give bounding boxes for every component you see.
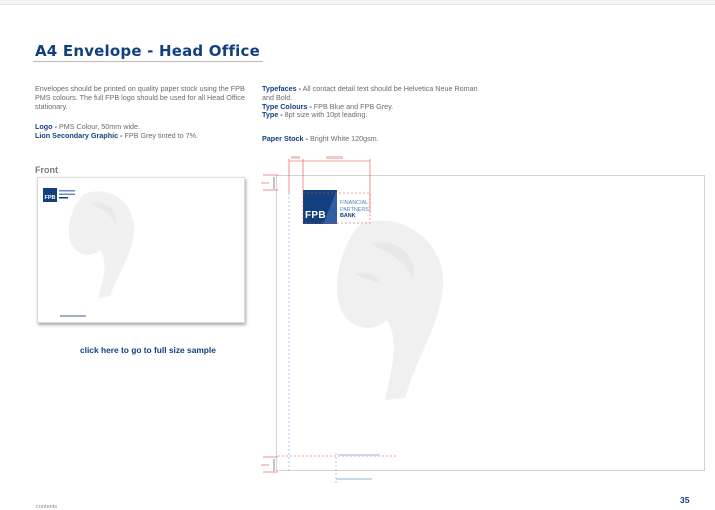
svg-text:FPB: FPB	[45, 195, 56, 201]
logo-specs: Logo - PMS Colour, 50mm wide. Lion Secon…	[35, 122, 257, 141]
contents-link[interactable]: contents	[36, 504, 57, 510]
page-title: A4 Envelope - Head Office	[35, 42, 260, 60]
brand-guidelines-page: A4 Envelope - Head Office Envelopes shou…	[0, 4, 715, 510]
front-label: Front	[35, 165, 58, 175]
intro-paragraph: Envelopes should be printed on quality p…	[35, 84, 245, 111]
measurement-guides	[261, 156, 398, 483]
lion-watermark-icon	[68, 191, 135, 298]
spec-paper-stock: Paper Stock - Bright White 120gsm.	[262, 134, 379, 143]
spec-type-size: Type - 8pt size with 10pt leading.	[262, 110, 368, 120]
envelope-front-thumbnail[interactable]: FPB	[37, 177, 245, 323]
type-specs: Typefaces - All contact detail text shou…	[262, 84, 488, 120]
envelope-footer-text	[60, 315, 86, 317]
title-divider	[33, 61, 263, 62]
page-number: 35	[680, 495, 690, 505]
full-size-sample-link[interactable]: click here to go to full size sample	[80, 345, 216, 355]
fpb-logo-small-icon: FPB	[43, 188, 75, 202]
spec-lion-graphic: Lion Secondary Graphic - FPB Grey tinted…	[35, 130, 198, 140]
spec-typefaces: Typefaces - All contact detail text shou…	[262, 84, 478, 102]
